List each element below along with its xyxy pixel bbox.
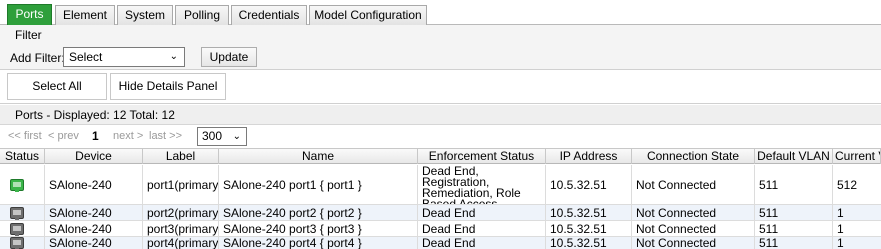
add-filter-select[interactable]: Select ⌄ [63, 47, 185, 67]
column-header-default-vlan[interactable]: Default VLAN [755, 149, 833, 164]
default-vlan-cell: 511 [755, 221, 833, 236]
ip-address-cell: 10.5.32.51 [546, 237, 632, 249]
connection-state-cell: Not Connected [632, 205, 755, 220]
column-header-label[interactable]: Label [143, 149, 219, 164]
table-row[interactable]: SAlone-240 port1(primary) SAlone-240 por… [0, 165, 881, 205]
name-cell: SAlone-240 port4 { port4 } [219, 237, 418, 249]
filter-title: Filter [15, 28, 42, 42]
next-page-link[interactable]: next > [113, 130, 143, 142]
table-row[interactable]: SAlone-240 port2(primary) SAlone-240 por… [0, 205, 881, 221]
last-page-link[interactable]: last >> [149, 130, 182, 142]
column-header-status[interactable]: Status [0, 149, 45, 164]
table-row[interactable]: SAlone-240 port4(primary) SAlone-240 por… [0, 237, 881, 249]
prev-page-link[interactable]: < prev [48, 130, 79, 142]
toolbar: Select All Hide Details Panel [0, 70, 881, 104]
column-header-connection-state[interactable]: Connection State [632, 149, 755, 164]
current-vlan-cell: 1 [837, 221, 844, 236]
column-header-enforcement-status[interactable]: Enforcement Status [418, 149, 546, 164]
tab-element[interactable]: Element [55, 5, 115, 25]
page-size-value: 300 [202, 129, 223, 143]
hide-details-panel-button[interactable]: Hide Details Panel [110, 73, 226, 100]
device-cell: SAlone-240 [45, 165, 143, 204]
add-filter-label: Add Filter: [10, 51, 65, 65]
pagination: << first < prev 1 next > last >> 300 ⌄ [0, 126, 881, 148]
tab-system[interactable]: System [117, 5, 173, 25]
enforcement-status-cell: Dead End [418, 205, 546, 220]
enforcement-status-cell: Dead End, Registration, Remediation, Rol… [418, 165, 546, 204]
status-cell [0, 205, 45, 220]
monitor-icon [10, 206, 24, 220]
count-bar: Ports - Displayed: 12 Total: 12 [0, 105, 881, 125]
monitor-icon [10, 237, 24, 249]
ip-address-cell: 10.5.32.51 [546, 205, 632, 220]
enforcement-status-cell: Dead End [418, 221, 546, 236]
device-cell: SAlone-240 [45, 237, 143, 249]
status-cell [0, 237, 45, 249]
chevron-down-icon: ⌄ [169, 51, 178, 62]
label-cell: port2(primary) [143, 205, 219, 220]
current-page: 1 [92, 129, 99, 143]
table-row[interactable]: SAlone-240 port3(primary) SAlone-240 por… [0, 221, 881, 237]
page-size-select[interactable]: 300 ⌄ [197, 127, 247, 146]
chevron-down-icon: ⌄ [232, 131, 241, 142]
table-header: Status Device Label Name Enforcement Sta… [0, 149, 881, 164]
status-cell [0, 165, 45, 204]
status-cell [0, 221, 45, 236]
ip-address-cell: 10.5.32.51 [546, 221, 632, 236]
label-cell: port1(primary) [143, 165, 219, 204]
column-header-name[interactable]: Name [219, 149, 418, 164]
default-vlan-cell: 511 [755, 165, 833, 204]
add-filter-select-value: Select [69, 50, 103, 64]
device-cell: SAlone-240 [45, 221, 143, 236]
connection-state-cell: Not Connected [632, 221, 755, 236]
label-cell: port3(primary) [143, 221, 219, 236]
monitor-icon [10, 178, 24, 192]
default-vlan-cell: 511 [755, 205, 833, 220]
current-vlan-cell: 512 [837, 177, 858, 192]
name-cell: SAlone-240 port1 { port1 } [219, 165, 418, 204]
tab-ports[interactable]: Ports [7, 4, 52, 25]
name-cell: SAlone-240 port2 { port2 } [219, 205, 418, 220]
filter-panel: Filter Add Filter: Select ⌄ Update [0, 25, 881, 70]
column-header-device[interactable]: Device [45, 149, 143, 164]
tab-credentials[interactable]: Credentials [231, 5, 307, 25]
connection-state-cell: Not Connected [632, 237, 755, 249]
ports-count-text: Ports - Displayed: 12 Total: 12 [15, 108, 175, 122]
ports-table: Status Device Label Name Enforcement Sta… [0, 148, 881, 249]
first-page-link[interactable]: << first [8, 130, 42, 142]
column-header-ip-address[interactable]: IP Address [546, 149, 632, 164]
device-cell: SAlone-240 [45, 205, 143, 220]
enforcement-status-cell: Dead End [418, 237, 546, 249]
update-button[interactable]: Update [201, 47, 257, 67]
column-header-current-vlan[interactable]: Current V [833, 149, 881, 164]
monitor-icon [10, 222, 24, 236]
tab-model-configuration[interactable]: Model Configuration [309, 5, 427, 25]
label-cell: port4(primary) [143, 237, 219, 249]
tab-bar: Ports Element System Polling Credentials… [0, 0, 881, 25]
current-vlan-cell: 1 [837, 237, 844, 249]
ip-address-cell: 10.5.32.51 [546, 165, 632, 204]
tab-polling[interactable]: Polling [175, 5, 229, 25]
name-cell: SAlone-240 port3 { port3 } [219, 221, 418, 236]
connection-state-cell: Not Connected [632, 165, 755, 204]
select-all-button[interactable]: Select All [7, 73, 107, 100]
current-vlan-cell: 1 [837, 205, 844, 220]
default-vlan-cell: 511 [755, 237, 833, 249]
